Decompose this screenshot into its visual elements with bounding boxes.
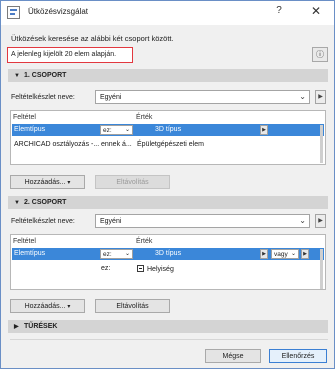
help-button[interactable]: ? bbox=[272, 5, 286, 20]
table-row[interactable]: Elemtípus ez: ⌄ 3D típus ▶ bbox=[12, 124, 324, 136]
tolerances-header[interactable]: ▶ TŰRÉSEK bbox=[8, 320, 328, 333]
row-condition: ARCHICAD osztályozás -... bbox=[14, 141, 100, 148]
chevron-down-icon: ⌄ bbox=[124, 251, 130, 257]
group1-add-button[interactable]: Hozzáadás... ▾ bbox=[10, 175, 85, 189]
row-value-menu-button[interactable]: ▶ bbox=[260, 249, 268, 259]
group1-criteria-value: Egyéni bbox=[100, 94, 122, 101]
scrollbar[interactable] bbox=[320, 125, 323, 163]
row-value: 3D típus bbox=[155, 250, 182, 257]
row-value-menu-button[interactable]: ▶ bbox=[260, 125, 268, 135]
chevron-down-icon: ⌄ bbox=[290, 251, 296, 257]
expand-caret-icon: ▶ bbox=[14, 324, 19, 330]
row-operator: ez: bbox=[101, 265, 111, 272]
group2-criteria-value: Egyéni bbox=[100, 218, 122, 225]
room-type-icon bbox=[137, 265, 144, 272]
selection-info-text: A jelenleg kijelölt 20 elem alapján. bbox=[7, 47, 133, 63]
row-operator: ez: bbox=[103, 251, 112, 258]
table-header: Feltétel Érték bbox=[11, 111, 325, 125]
table-header: Feltétel Érték bbox=[11, 235, 325, 249]
group1-criteria-menu-button[interactable]: ▶ bbox=[315, 90, 326, 104]
row-value-wrapper: Helyiség bbox=[137, 265, 174, 273]
table-row[interactable]: ez: Helyiség bbox=[12, 263, 324, 275]
group1-header[interactable]: ▼ 1. CSOPORT bbox=[8, 69, 328, 82]
row-operator-select[interactable]: ez: ⌄ bbox=[100, 249, 133, 259]
group1-remove-button[interactable]: Eltávolítás bbox=[95, 175, 170, 189]
group1-criteria-label: Feltételkészlet neve: bbox=[11, 94, 75, 101]
column-header-condition: Feltétel bbox=[13, 238, 36, 245]
collapse-caret-icon: ▼ bbox=[14, 73, 20, 79]
cancel-button[interactable]: Mégse bbox=[205, 349, 261, 363]
table-row[interactable]: ARCHICAD osztályozás -... ennek á... Épü… bbox=[12, 139, 324, 151]
column-header-value: Érték bbox=[136, 238, 153, 245]
group2-criteria-select[interactable]: Egyéni ⌄ bbox=[95, 214, 310, 228]
chevron-down-icon: ⌄ bbox=[299, 92, 306, 101]
row-value: 3D típus bbox=[155, 126, 182, 133]
group1-conditions-table: Feltétel Érték Elemtípus ez: ⌄ 3D típus ▶… bbox=[10, 110, 326, 165]
row-value: Helyiség bbox=[147, 266, 174, 273]
group2-add-button[interactable]: Hozzáadás... ▾ bbox=[10, 299, 85, 313]
row-operator: ez: bbox=[103, 127, 112, 134]
scrollbar[interactable] bbox=[320, 249, 323, 289]
info-button[interactable]: ⓘ bbox=[312, 47, 328, 62]
group2-criteria-menu-button[interactable]: ▶ bbox=[315, 214, 326, 228]
group1-add-label: Hozzáadás... bbox=[24, 179, 66, 186]
column-header-value: Érték bbox=[136, 114, 153, 121]
row-logic: vagy bbox=[274, 251, 288, 258]
row-logic-menu-button[interactable]: ▶ bbox=[301, 249, 309, 259]
row-logic-select[interactable]: vagy ⌄ bbox=[271, 249, 299, 259]
group1-criteria-select[interactable]: Egyéni ⌄ bbox=[95, 90, 310, 104]
collapse-caret-icon: ▼ bbox=[14, 200, 20, 206]
group2-criteria-label: Feltételkészlet neve: bbox=[11, 218, 75, 225]
app-icon bbox=[7, 6, 20, 19]
row-operator: ennek á... bbox=[101, 141, 132, 148]
group2-remove-button[interactable]: Eltávolítás bbox=[95, 299, 170, 313]
clash-detection-dialog: Ütközésvizsgálat ? ✕ Ütközések keresése … bbox=[0, 0, 335, 369]
chevron-down-icon: ⌄ bbox=[124, 127, 130, 133]
chevron-down-icon: ▾ bbox=[67, 180, 71, 186]
footer-divider bbox=[10, 339, 328, 340]
tolerances-header-label: TŰRÉSEK bbox=[24, 323, 58, 330]
check-button[interactable]: Ellenőrzés bbox=[269, 349, 327, 363]
close-button[interactable]: ✕ bbox=[308, 4, 324, 20]
row-condition: Elemtípus bbox=[14, 126, 46, 133]
group2-header[interactable]: ▼ 2. CSOPORT bbox=[8, 196, 328, 209]
group2-header-label: 2. CSOPORT bbox=[24, 199, 67, 206]
group1-header-label: 1. CSOPORT bbox=[24, 72, 67, 79]
title-bar: Ütközésvizsgálat ? ✕ bbox=[1, 1, 334, 25]
intro-text: Ütközések keresése az alábbi két csoport… bbox=[11, 34, 174, 43]
table-row[interactable]: Elemtípus ez: ⌄ 3D típus ▶ vagy ⌄ ▶ bbox=[12, 248, 324, 260]
group2-add-label: Hozzáadás... bbox=[24, 303, 66, 310]
chevron-down-icon: ⌄ bbox=[299, 216, 306, 225]
group2-conditions-table: Feltétel Érték Elemtípus ez: ⌄ 3D típus ▶… bbox=[10, 234, 326, 290]
window-title: Ütközésvizsgálat bbox=[28, 7, 89, 16]
row-condition: Elemtípus bbox=[14, 250, 46, 257]
row-operator-select[interactable]: ez: ⌄ bbox=[100, 125, 133, 135]
chevron-down-icon: ▾ bbox=[67, 304, 71, 310]
row-value: Épületgépészeti elem bbox=[137, 141, 204, 148]
column-header-condition: Feltétel bbox=[13, 114, 36, 121]
